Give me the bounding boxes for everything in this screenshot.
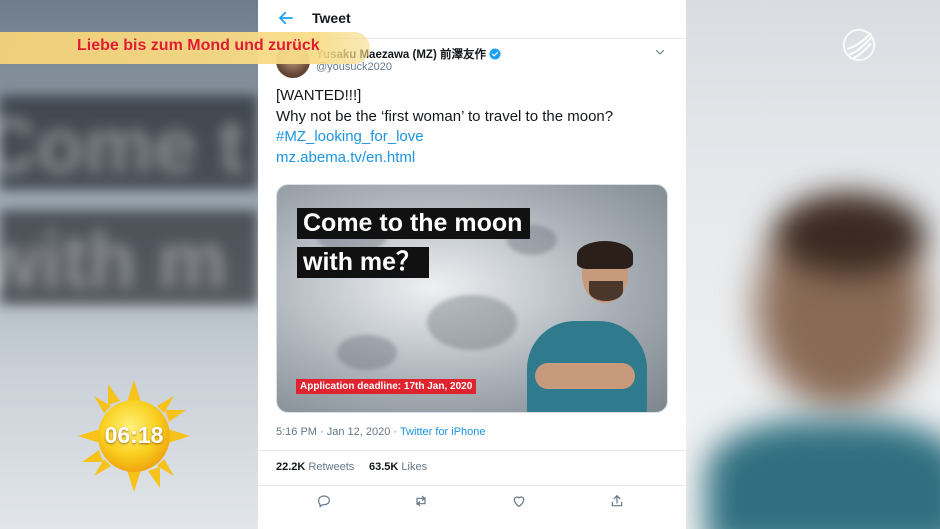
back-arrow-icon[interactable] bbox=[277, 9, 295, 27]
retweets-label: Retweets bbox=[308, 461, 355, 473]
likes-label: Likes bbox=[401, 461, 428, 473]
background-ghost-text: with m bbox=[0, 216, 227, 304]
tweet-media-image[interactable]: Come to the moon with me？ Application de… bbox=[276, 184, 668, 413]
background-ghost-text: Come t bbox=[0, 101, 245, 189]
background-right-blur bbox=[686, 0, 940, 529]
header-title: Tweet bbox=[312, 10, 351, 26]
person-crossed-arms bbox=[535, 363, 635, 389]
tweet-stats: 22.2K Retweets 63.5K Likes bbox=[258, 450, 686, 486]
hashtag-link[interactable]: #MZ_looking_for_love bbox=[276, 127, 613, 148]
timestamp: 5:16 PM · Jan 12, 2020 · bbox=[276, 426, 400, 438]
tweet-text-line: Why not be the ‘first woman’ to travel t… bbox=[276, 107, 614, 125]
likes-stat[interactable]: 63.5K Likes bbox=[369, 461, 427, 473]
deadline-label: Application deadline: 17th Jan, 2020 bbox=[296, 379, 477, 394]
tweet-body: [WANTED!!!] Why not be the ‘first woman’… bbox=[276, 86, 613, 168]
source-link[interactable]: Twitter for iPhone bbox=[400, 426, 486, 438]
reply-icon[interactable] bbox=[316, 493, 332, 509]
url-link[interactable]: mz.abema.tv/en.html bbox=[276, 148, 613, 169]
clock-time: 06:18 bbox=[104, 422, 164, 448]
retweets-count: 22.2K bbox=[276, 461, 306, 473]
topic-title: Liebe bis zum Mond und zurück bbox=[77, 37, 320, 54]
moon-crater bbox=[337, 335, 397, 370]
retweets-stat[interactable]: 22.2K Retweets bbox=[276, 461, 354, 473]
moon-crater bbox=[427, 295, 517, 350]
verified-badge-icon bbox=[489, 48, 501, 60]
person-beard bbox=[589, 281, 623, 301]
likes-count: 63.5K bbox=[369, 461, 399, 473]
blurred-person-body bbox=[706, 420, 940, 529]
person-hair bbox=[577, 241, 633, 269]
blurred-person-hair bbox=[776, 195, 926, 275]
chevron-down-icon[interactable] bbox=[654, 46, 666, 58]
channel-logo-icon bbox=[842, 28, 876, 62]
media-caption-line: with me？ bbox=[297, 247, 430, 278]
share-icon[interactable] bbox=[609, 493, 625, 509]
like-icon[interactable] bbox=[511, 493, 527, 509]
tweet-text-line: [WANTED!!!] bbox=[276, 87, 362, 104]
retweet-icon[interactable] bbox=[413, 493, 429, 509]
media-caption-line: Come to the moon bbox=[297, 208, 531, 239]
topic-banner: Liebe bis zum Mond und zurück bbox=[0, 32, 370, 64]
tweet-meta: 5:16 PM · Jan 12, 2020 · Twitter for iPh… bbox=[276, 426, 486, 438]
tweet-screenshot: Tweet Yusaku Maezawa (MZ) 前澤友作 @yousuck2… bbox=[258, 0, 686, 529]
